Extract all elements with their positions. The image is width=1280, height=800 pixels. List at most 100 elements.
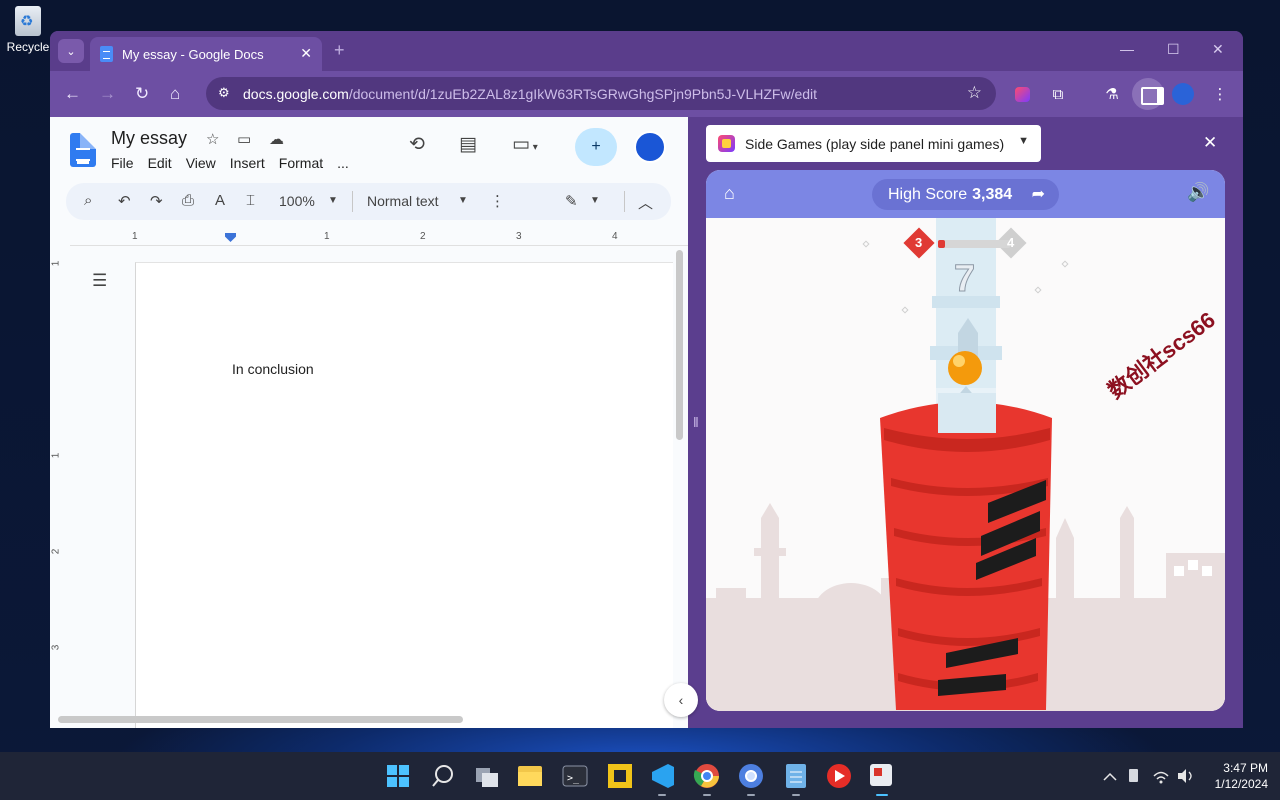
more-tools-icon[interactable]: ⋮ [490, 192, 505, 210]
horizontal-scrollbar[interactable] [58, 716, 463, 723]
search-icon[interactable]: ⌕ [84, 192, 92, 209]
vscode-icon[interactable] [652, 764, 674, 788]
print-icon[interactable]: ⎙ [182, 192, 194, 209]
document-body-text[interactable]: In conclusion [232, 361, 314, 377]
cloud-status-icon[interactable]: ☁ [269, 130, 284, 148]
volume-icon[interactable] [1178, 769, 1192, 783]
running-indicator [747, 794, 755, 796]
youtube-music-icon[interactable] [827, 764, 851, 788]
side-panel-collapse-chevron-icon[interactable]: ‹ [664, 683, 698, 717]
side-panel-toggle-button[interactable] [1132, 78, 1164, 110]
vertical-scrollbar[interactable] [676, 250, 683, 440]
tray-chevron-up-icon[interactable] [1103, 772, 1117, 781]
system-clock[interactable]: 3:47 PM 1/12/2024 [1204, 760, 1268, 792]
indent-marker[interactable] [225, 233, 236, 242]
snipping-tool-icon[interactable] [870, 764, 892, 786]
chrome-beta-icon[interactable] [739, 764, 763, 788]
menu-more[interactable]: ... [337, 155, 349, 171]
wifi-icon[interactable] [1153, 771, 1169, 784]
share-button[interactable]: + [575, 128, 617, 166]
version-history-icon[interactable]: ⟲ [409, 133, 425, 156]
star-icon[interactable]: ☆ [206, 130, 219, 148]
forward-arrow-icon[interactable]: → [99, 84, 116, 104]
tab-title: My essay - Google Docs [122, 46, 264, 62]
close-window-button[interactable]: ✕ [1212, 41, 1224, 58]
vertical-ruler[interactable]: 1 1 2 3 [50, 253, 64, 723]
search-icon[interactable] [432, 765, 453, 787]
game-home-icon[interactable]: ⌂ [724, 183, 735, 204]
notepad-icon[interactable] [786, 764, 806, 788]
resize-handle[interactable]: ‖ [693, 414, 699, 430]
recycle-bin-shortcut[interactable]: Recycle [4, 6, 52, 54]
menu-edit[interactable]: Edit [148, 155, 172, 171]
horizontal-ruler[interactable]: 1 1 2 3 4 [70, 230, 688, 246]
sound-speaker-icon[interactable]: 🔊 [1187, 182, 1209, 203]
paragraph-style-select[interactable]: Normal text [367, 193, 439, 209]
omnibox[interactable]: ⚙ docs.google.com/document/d/1zuEb2ZAL8z… [206, 77, 996, 110]
editing-mode-caret-icon[interactable]: ▼ [590, 195, 600, 206]
side-panel-selector[interactable]: Side Games (play side panel mini games) … [706, 125, 1041, 162]
account-avatar[interactable] [634, 131, 666, 163]
profile-avatar[interactable] [1172, 83, 1194, 105]
file-explorer-icon[interactable] [518, 766, 542, 786]
chevron-down-icon: ▼ [1018, 135, 1029, 147]
taskbar-icons: >_ [387, 764, 1192, 796]
clock-date: 1/12/2024 [1214, 777, 1268, 791]
menu-insert[interactable]: Insert [230, 155, 265, 171]
reload-icon[interactable]: ↻ [135, 84, 149, 104]
document-title[interactable]: My essay [111, 128, 187, 149]
tab-close-icon[interactable]: ✕ [300, 45, 312, 62]
address-bar-row: ← → ↻ ⌂ ⚙ docs.google.com/document/d/1zu… [50, 71, 1243, 117]
zoom-caret-icon[interactable]: ▼ [328, 195, 338, 206]
editing-mode-pencil-icon[interactable]: ✎ [565, 192, 578, 210]
zoom-select[interactable]: 100% [279, 193, 315, 209]
usb-device-icon[interactable] [1129, 769, 1138, 782]
extensions-puzzle-icon[interactable]: ⧉ [1047, 83, 1069, 105]
redo-icon[interactable]: ↷ [150, 192, 163, 210]
menu-format[interactable]: Format [279, 155, 323, 171]
new-tab-button[interactable]: + [334, 40, 345, 61]
home-icon[interactable]: ⌂ [170, 84, 180, 104]
side-panel-close-icon[interactable]: ✕ [1203, 133, 1217, 153]
high-score-label: High Score [888, 185, 968, 203]
document-page[interactable]: In conclusion [135, 262, 673, 728]
undo-icon[interactable]: ↶ [118, 192, 131, 210]
ruler-tick: 4 [612, 231, 618, 242]
side-panel-selector-label: Side Games (play side panel mini games) [745, 135, 1005, 152]
move-folder-icon[interactable]: ▭ [237, 130, 251, 148]
more-menu-icon[interactable]: ⋮ [1209, 83, 1231, 105]
docs-favicon-icon [100, 46, 113, 62]
document-outline-icon[interactable]: ☰ [92, 271, 107, 291]
game-canvas[interactable]: 3 4 7 数创社scs66 [706, 218, 1225, 711]
menu-view[interactable]: View [186, 155, 216, 171]
tab-search-button[interactable]: ⌄ [58, 39, 84, 63]
spellcheck-icon[interactable]: A [215, 192, 225, 209]
labs-flask-icon[interactable]: ⚗ [1101, 83, 1123, 105]
style-caret-icon[interactable]: ▼ [458, 195, 468, 206]
start-windows-icon[interactable] [387, 765, 409, 787]
git-tool-icon[interactable] [608, 764, 632, 788]
minimize-button[interactable]: — [1120, 41, 1134, 57]
paint-format-icon[interactable]: ⌶ [246, 192, 255, 209]
chrome-icon[interactable] [693, 764, 719, 788]
tab-strip: ⌄ My essay - Google Docs ✕ + — ☐ ✕ [50, 31, 1243, 71]
recycle-bin-icon [15, 6, 41, 36]
collapse-menus-icon[interactable]: ︿ [638, 192, 653, 213]
maximize-button[interactable]: ☐ [1167, 41, 1180, 58]
url-path: /document/d/1zuEb2ZAL8z1gIkW63RTsGRwGhgS… [348, 85, 818, 102]
ruler-tick: 1 [50, 260, 62, 267]
docs-logo-icon[interactable] [70, 133, 96, 167]
menu-file[interactable]: File [111, 155, 134, 171]
back-arrow-icon[interactable]: ← [64, 84, 81, 104]
tab-active[interactable]: My essay - Google Docs ✕ [90, 37, 322, 71]
comments-icon[interactable]: ▤ [459, 133, 477, 156]
site-info-icon[interactable]: ⚙ [218, 85, 230, 101]
task-view-icon[interactable] [476, 768, 498, 787]
running-indicator [703, 794, 711, 796]
extension-side-games-icon[interactable] [1011, 83, 1033, 105]
meet-camera-icon[interactable]: ▭ ▾ [512, 133, 538, 156]
terminal-icon[interactable]: >_ [562, 765, 588, 787]
share-arrow-icon[interactable]: ➦ [1032, 184, 1045, 204]
high-score-pill[interactable]: High Score 3,384 ➦ [872, 179, 1059, 210]
bookmark-star-icon[interactable]: ☆ [967, 83, 982, 103]
